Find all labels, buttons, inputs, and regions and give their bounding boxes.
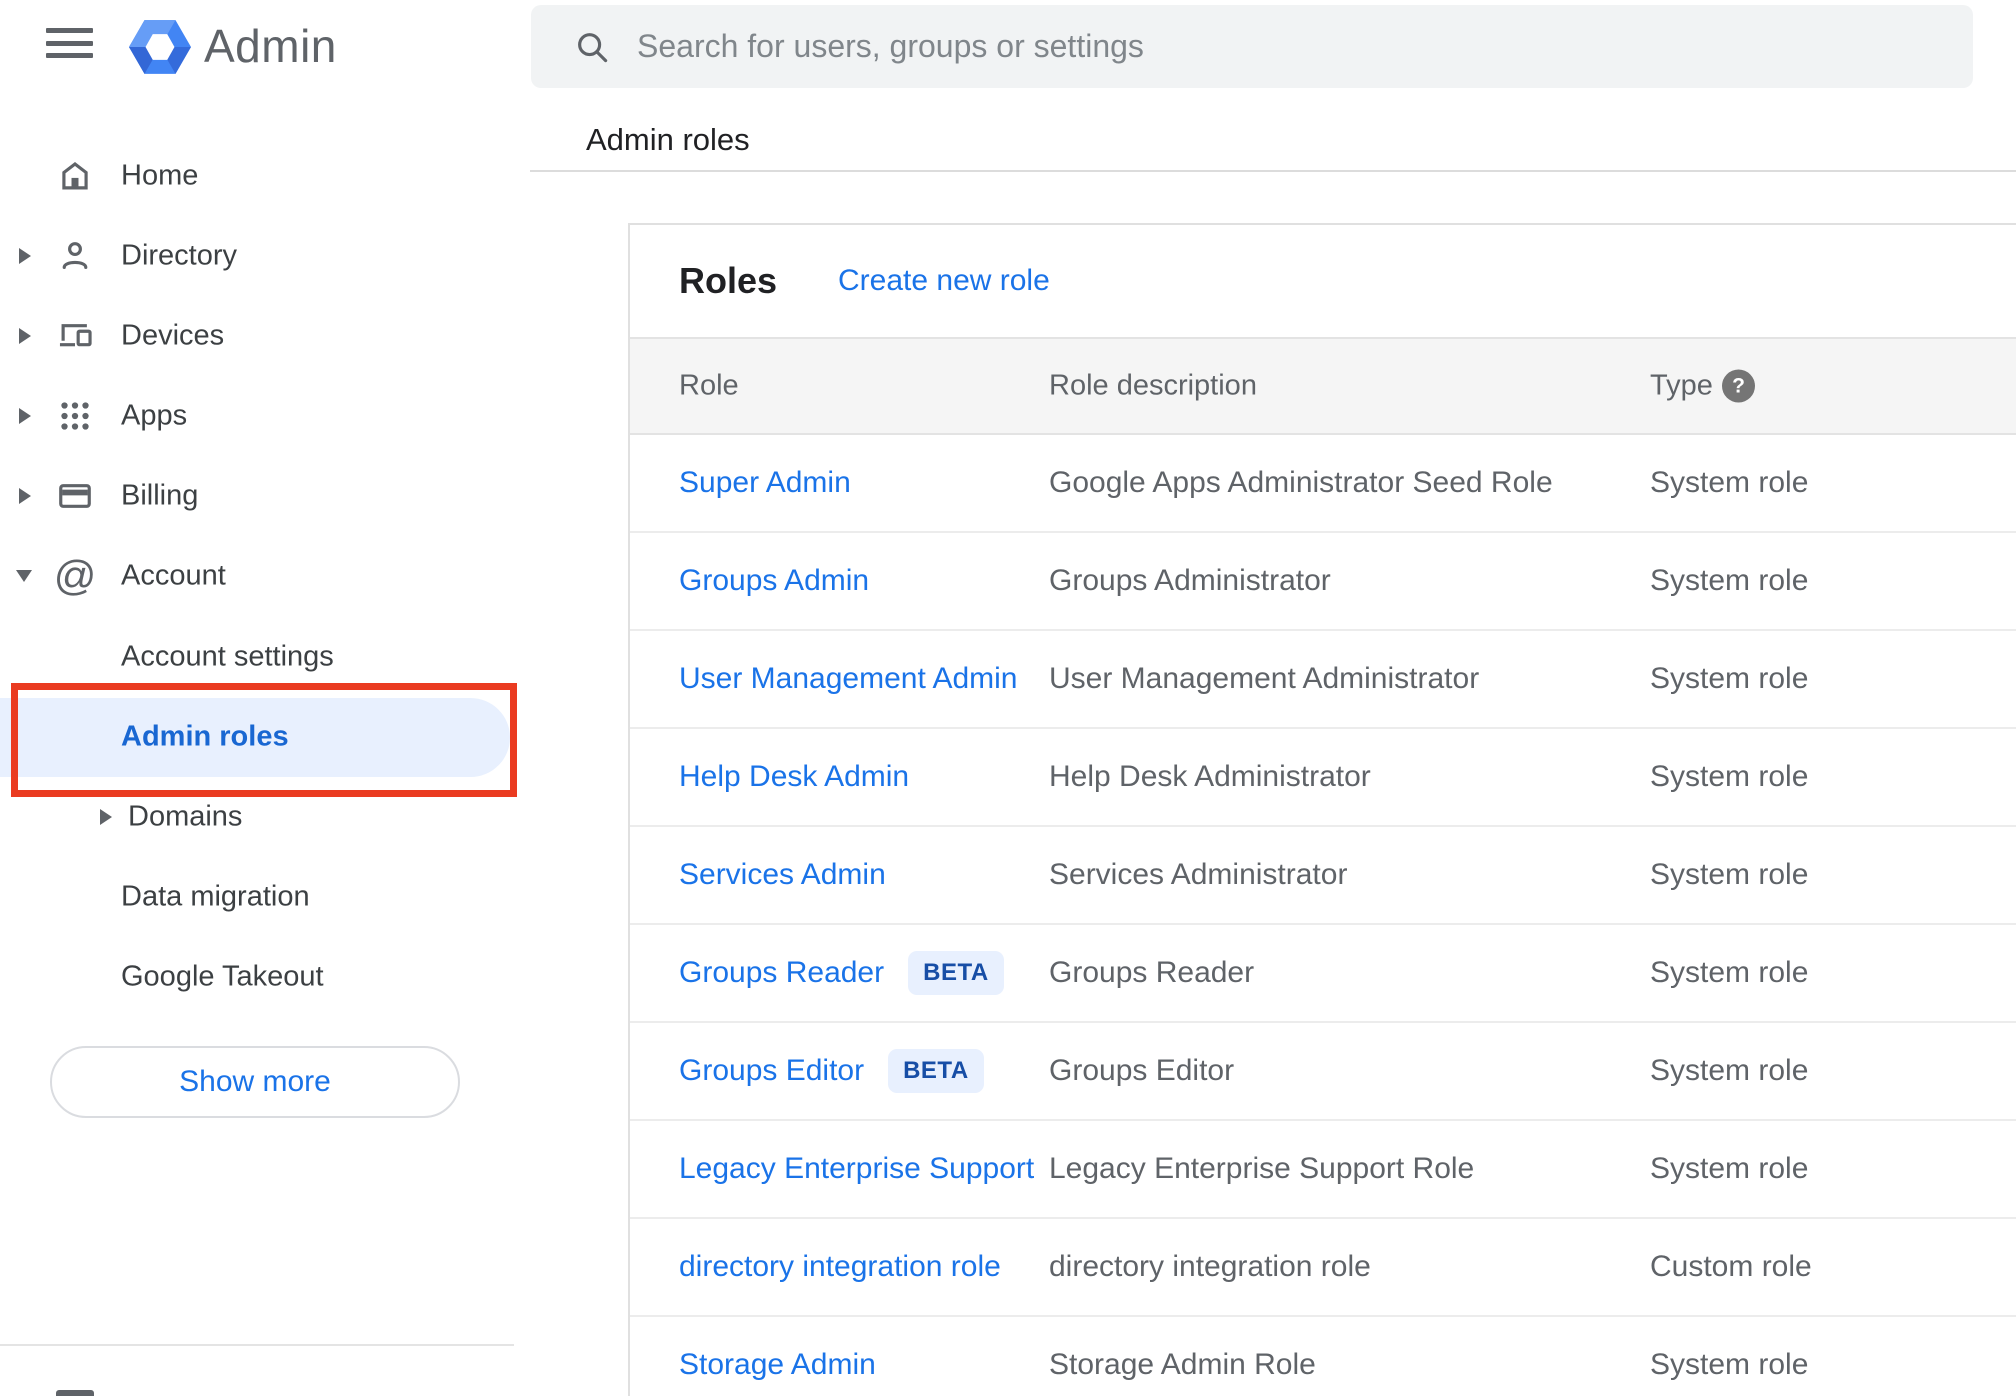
sidebar-item-google-takeout[interactable]: Google Takeout [0,937,514,1017]
chevron-right-icon[interactable] [19,248,31,264]
home-icon [55,156,95,196]
sidebar-item-apps[interactable]: Apps [0,376,514,456]
roles-card: Roles Create new role Role Role descript… [628,223,2016,1396]
credit-card-icon [55,476,95,516]
role-link[interactable]: Groups Reader [679,956,884,990]
sidebar-item-label: Admin roles [121,720,289,753]
role-description-cell: Google Apps Administrator Seed Role [1049,466,1553,499]
partial-cutoff-icon [56,1390,94,1396]
sidebar-item-directory[interactable]: Directory [0,216,514,296]
role-type-cell: System role [1650,1054,1809,1087]
role-type-cell: System role [1650,1348,1809,1381]
sidebar-item-label: Google Takeout [121,960,324,993]
role-description-cell: Help Desk Administrator [1049,760,1371,793]
chevron-right-icon[interactable] [19,488,31,504]
sidebar-item-label: Directory [121,239,238,272]
chevron-right-icon[interactable] [19,328,31,344]
column-header-type: Type [1650,369,1713,402]
apps-grid-icon [55,396,95,436]
chevron-right-icon[interactable] [19,408,31,424]
sidebar-item-account-settings[interactable]: Account settings [0,617,514,697]
search-icon [578,32,608,62]
breadcrumb: Admin roles [586,122,750,157]
card-title: Roles [679,260,778,301]
chevron-down-icon[interactable] [16,570,32,582]
role-link[interactable]: Legacy Enterprise Support [679,1152,1034,1186]
role-link[interactable]: Groups Admin [679,564,869,598]
role-type-cell: System role [1650,564,1809,597]
role-type-cell: System role [1650,760,1809,793]
table-row: Groups Reader BETA Groups Reader System … [630,925,2016,1023]
table-header-row: Role Role description Type ? [630,337,2016,435]
role-description-cell: User Management Administrator [1049,662,1480,695]
sidebar-item-data-migration[interactable]: Data migration [0,857,514,937]
table-row: Groups Admin Groups Administrator System… [630,533,2016,631]
role-type-cell: System role [1650,1152,1809,1185]
role-description-cell: Storage Admin Role [1049,1348,1316,1381]
help-icon[interactable]: ? [1722,369,1755,403]
sidebar-item-billing[interactable]: Billing [0,456,514,536]
sidebar-item-home[interactable]: Home [0,136,514,216]
show-more-button[interactable]: Show more [50,1046,460,1118]
sidebar-item-domains[interactable]: Domains [0,777,514,857]
sidebar-item-label: Home [121,159,199,192]
sidebar-item-label: Apps [121,399,188,432]
role-link[interactable]: Services Admin [679,858,886,892]
search-bar[interactable] [531,5,1973,88]
header-divider [530,170,2016,172]
table-row: Storage Admin Storage Admin Role System … [630,1317,2016,1396]
sidebar-item-devices[interactable]: Devices [0,296,514,376]
role-description-cell: directory integration role [1049,1250,1371,1283]
role-link[interactable]: Super Admin [679,466,851,500]
role-type-cell: System role [1650,662,1809,695]
table-row: Services Admin Services Administrator Sy… [630,827,2016,925]
sidebar-item-label: Data migration [121,880,310,913]
role-description-cell: Groups Administrator [1049,564,1331,597]
role-description-cell: Legacy Enterprise Support Role [1049,1152,1475,1185]
sidebar-item-label: Account [121,559,226,592]
admin-console-screen: Admin Home Directory Devices Apps Billin… [0,0,2016,1396]
role-type-cell: Custom role [1650,1250,1812,1283]
sidebar-item-account[interactable]: @ Account [0,536,514,616]
person-icon [55,236,95,276]
role-link[interactable]: Groups Editor [679,1054,864,1088]
sidebar-bottom-divider [0,1344,514,1346]
role-link[interactable]: Help Desk Admin [679,760,909,794]
at-sign-icon: @ [53,552,97,599]
table-row: User Management Admin User Management Ad… [630,631,2016,729]
sidebar-item-label: Devices [121,319,225,352]
column-header-role-description: Role description [1049,369,1257,402]
devices-icon [55,316,95,356]
beta-badge: BETA [908,951,1004,995]
role-type-cell: System role [1650,956,1809,989]
create-new-role-link[interactable]: Create new role [838,264,1050,298]
search-input[interactable] [637,5,1937,88]
role-type-cell: System role [1650,858,1809,891]
hamburger-menu-icon[interactable] [46,28,93,58]
chevron-right-icon[interactable] [100,809,112,825]
table-row: Super Admin Google Apps Administrator Se… [630,435,2016,533]
table-row: Groups Editor BETA Groups Editor System … [630,1023,2016,1121]
role-type-cell: System role [1650,466,1809,499]
sidebar: Admin Home Directory Devices Apps Billin… [0,0,517,1396]
sidebar-item-label: Billing [121,479,199,512]
table-row: Help Desk Admin Help Desk Administrator … [630,729,2016,827]
roles-card-header: Roles Create new role [630,225,2016,337]
sidebar-item-admin-roles[interactable]: Admin roles [0,697,514,777]
sidebar-item-label: Domains [128,800,243,833]
table-row: directory integration role directory int… [630,1219,2016,1317]
sidebar-item-label: Account settings [121,640,334,673]
table-row: Legacy Enterprise Support Legacy Enterpr… [630,1121,2016,1219]
role-link[interactable]: directory integration role [679,1250,1001,1284]
role-description-cell: Groups Reader [1049,956,1255,989]
role-description-cell: Groups Editor [1049,1054,1235,1087]
beta-badge: BETA [888,1049,984,1093]
admin-logo-icon[interactable] [129,16,191,78]
role-link[interactable]: Storage Admin [679,1348,876,1382]
app-title: Admin [204,20,337,72]
role-link[interactable]: User Management Admin [679,662,1018,696]
column-header-role: Role [679,369,739,402]
role-description-cell: Services Administrator [1049,858,1348,891]
roles-table-body: Super Admin Google Apps Administrator Se… [630,435,2016,1396]
